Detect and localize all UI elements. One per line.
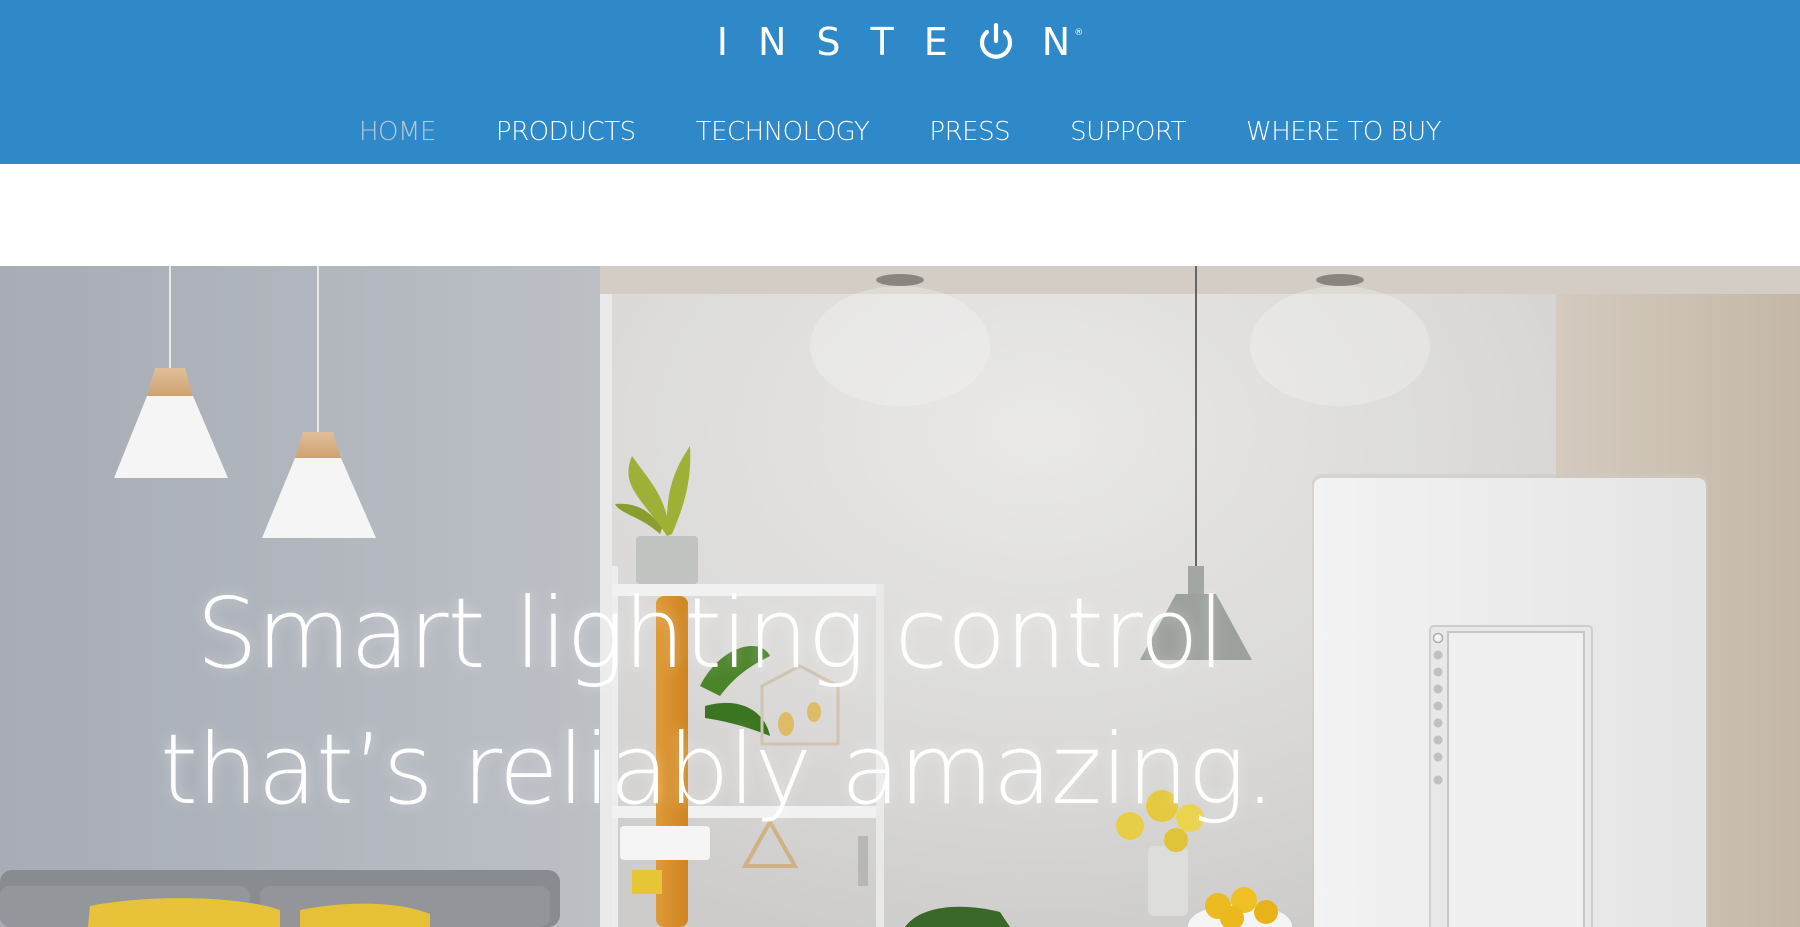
- logo-letter-e: E: [923, 20, 948, 64]
- logo-letter-s: S: [816, 20, 841, 64]
- hero-headline-line1: Smart lighting control: [196, 577, 1225, 690]
- nav-item-where-to-buy[interactable]: WHERE TO BUY: [1246, 117, 1442, 147]
- nav-item-home[interactable]: HOME: [359, 117, 436, 147]
- registered-mark: ®: [1074, 28, 1084, 38]
- hero-headline-line2: that’s reliably amazing.: [160, 713, 1275, 826]
- nav-item-products[interactable]: PRODUCTS: [496, 117, 636, 147]
- logo-letter-t: T: [870, 20, 894, 64]
- logo-wordmark: I N S T E N ®: [717, 20, 1083, 64]
- site-header: I N S T E N ® HOME PRODUCTS TECHNOLOGY P…: [0, 0, 1800, 164]
- hero-banner: Smart lighting control that’s reliably a…: [0, 266, 1800, 927]
- hero-headline: Smart lighting control that’s reliably a…: [160, 566, 1275, 838]
- main-nav: HOME PRODUCTS TECHNOLOGY PRESS SUPPORT W…: [0, 108, 1800, 156]
- power-icon: [979, 23, 1012, 59]
- nav-item-support[interactable]: SUPPORT: [1070, 117, 1186, 147]
- nav-item-technology[interactable]: TECHNOLOGY: [696, 117, 870, 147]
- nav-item-press[interactable]: PRESS: [929, 117, 1010, 147]
- logo-letter-n2: N: [1041, 20, 1071, 64]
- insteon-logo[interactable]: I N S T E N ®: [0, 20, 1800, 64]
- logo-letter-n: N: [757, 20, 787, 64]
- logo-letter-i: I: [716, 20, 728, 64]
